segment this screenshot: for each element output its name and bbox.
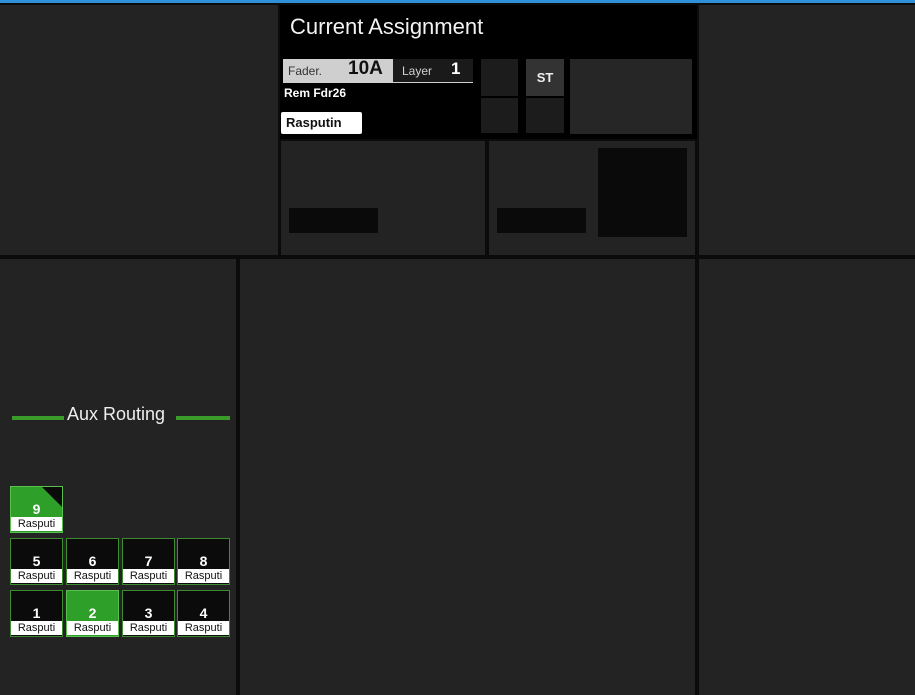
aux-button-label: Rasputi — [11, 621, 62, 635]
fader-value: 10A — [348, 58, 383, 79]
aux-button-number: 9 — [32, 501, 41, 517]
aux-button-number: 1 — [32, 605, 41, 621]
control-panel-left — [281, 141, 485, 255]
control-slot-right[interactable] — [497, 208, 586, 233]
st-button[interactable]: ST — [526, 59, 564, 96]
control-slot-left[interactable] — [289, 208, 378, 233]
aux-button-label: Rasputi — [123, 621, 174, 635]
aux-routing-header: Aux Routing — [12, 404, 230, 430]
aux-button-label: Rasputi — [11, 569, 62, 583]
aux-button-label: Rasputi — [11, 517, 62, 531]
aux-button-number: 8 — [199, 553, 208, 569]
aux-button-3[interactable]: 3 Rasputi — [122, 590, 175, 637]
aux-button-9[interactable]: 9 Rasputi — [10, 486, 63, 533]
aux-button-8[interactable]: 8 Rasputi — [177, 538, 230, 585]
bottom-right-panel — [699, 259, 915, 695]
aux-button-number: 6 — [88, 553, 97, 569]
aux-button-number: 2 — [88, 605, 97, 621]
assign-slot-1[interactable] — [481, 59, 518, 96]
top-right-panel — [699, 5, 915, 255]
remote-fader-name: Rem Fdr26 — [284, 86, 347, 100]
aux-button-label: Rasputi — [67, 569, 118, 583]
aux-divider-left — [12, 416, 64, 420]
aux-button-number: 3 — [144, 605, 153, 621]
aux-button-4[interactable]: 4 Rasputi — [177, 590, 230, 637]
assign-display-box — [570, 59, 692, 134]
aux-button-label: Rasputi — [178, 621, 229, 635]
aux-button-2[interactable]: 2 Rasputi — [66, 590, 119, 637]
top-accent-line — [0, 0, 915, 3]
aux-button-label: Rasputi — [123, 569, 174, 583]
top-left-panel — [0, 5, 278, 255]
aux-routing-title: Aux Routing — [67, 404, 166, 424]
channel-name-chip[interactable]: Rasputin — [281, 112, 362, 134]
aux-button-label: Rasputi — [178, 569, 229, 583]
aux-button-1[interactable]: 1 Rasputi — [10, 590, 63, 637]
layer-label: Layer — [402, 64, 433, 78]
control-display-box — [598, 148, 687, 237]
aux-button-6[interactable]: 6 Rasputi — [66, 538, 119, 585]
aux-button-number: 4 — [199, 605, 208, 621]
main-panel — [240, 259, 695, 695]
page-title: Current Assignment — [290, 14, 484, 39]
aux-button-5[interactable]: 5 Rasputi — [10, 538, 63, 585]
aux-button-number: 5 — [32, 553, 41, 569]
assign-slot-2[interactable] — [481, 98, 518, 133]
fader-label: Fader. — [288, 64, 323, 78]
assign-slot-3[interactable] — [526, 98, 564, 133]
aux-button-7[interactable]: 7 Rasputi — [122, 538, 175, 585]
aux-divider-right — [176, 416, 230, 420]
aux-button-number: 7 — [144, 553, 153, 569]
layer-value: 1 — [451, 59, 461, 78]
aux-button-label: Rasputi — [67, 621, 118, 635]
